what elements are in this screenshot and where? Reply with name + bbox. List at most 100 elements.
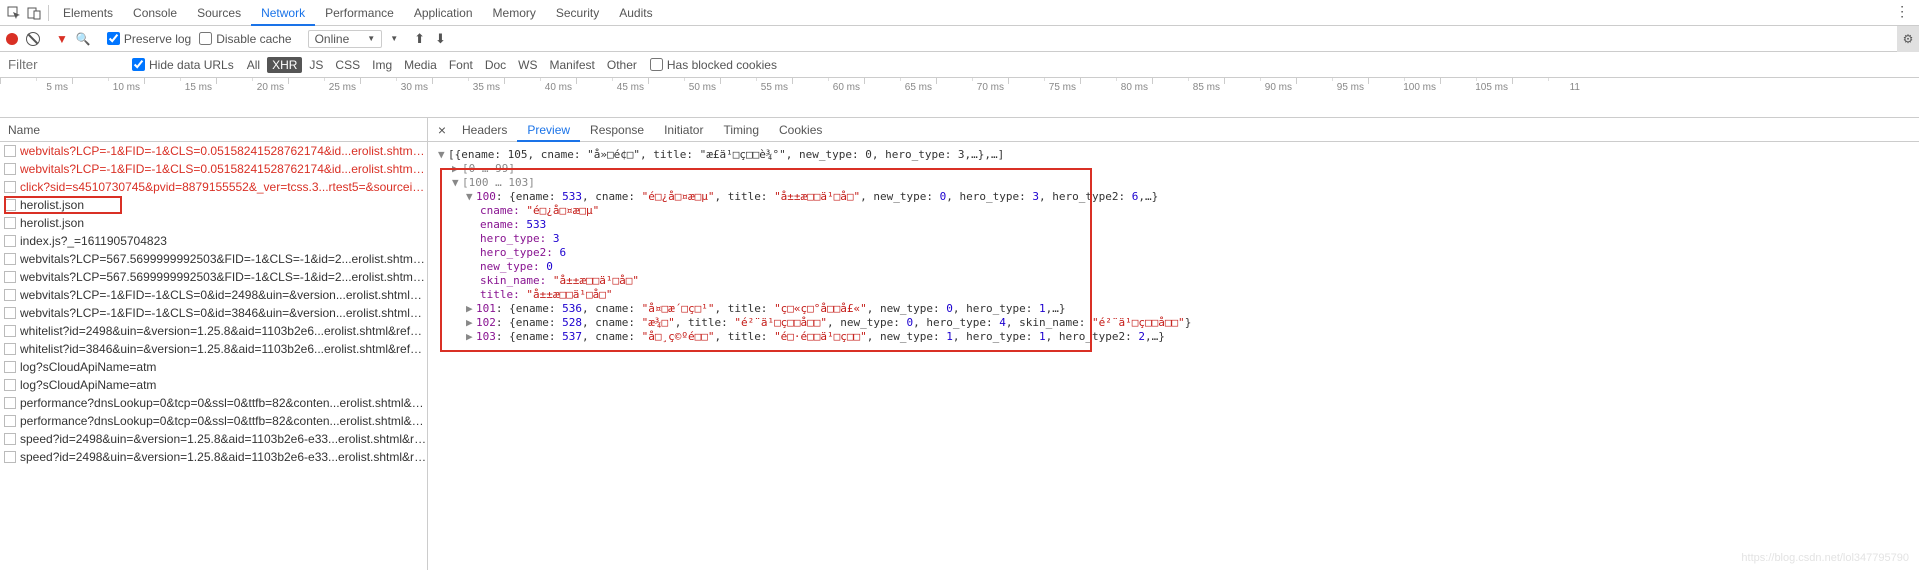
clear-icon[interactable] [26, 32, 40, 46]
request-name: speed?id=2498&uin=&version=1.25.8&aid=11… [20, 430, 427, 448]
detail-tab-preview[interactable]: Preview [517, 118, 580, 142]
throttling-select[interactable]: Online▼ [308, 30, 383, 48]
disable-cache-checkbox[interactable]: Disable cache [199, 32, 291, 46]
request-name: performance?dnsLookup=0&tcp=0&ssl=0&ttfb… [20, 412, 427, 430]
request-row[interactable]: performance?dnsLookup=0&tcp=0&ssl=0&ttfb… [0, 412, 427, 430]
detail-tab-headers[interactable]: Headers [452, 118, 517, 142]
request-row[interactable]: webvitals?LCP=567.5699999992503&FID=-1&C… [0, 268, 427, 286]
file-icon [4, 379, 16, 391]
timeline-tick: 80 ms [1080, 78, 1152, 117]
request-row[interactable]: click?sid=s4510730745&pvid=8879155552&_v… [0, 178, 427, 196]
request-name: webvitals?LCP=-1&FID=-1&CLS=0.0515824152… [20, 142, 427, 160]
filter-input[interactable] [4, 55, 124, 74]
request-row[interactable]: log?sCloudApiName=atm [0, 376, 427, 394]
preview-pane[interactable]: ▼[{ename: 105, cname: "å»□é¢□", title: "… [428, 142, 1919, 570]
main-split: Name webvitals?LCP=-1&FID=-1&CLS=0.05158… [0, 118, 1919, 570]
filter-type-doc[interactable]: Doc [480, 57, 511, 73]
hide-data-urls-checkbox[interactable]: Hide data URLs [132, 58, 234, 72]
request-name: log?sCloudApiName=atm [20, 358, 156, 376]
filter-type-ws[interactable]: WS [513, 57, 542, 73]
request-row[interactable]: speed?id=2498&uin=&version=1.25.8&aid=11… [0, 448, 427, 466]
watermark: https://blog.csdn.net/lol347795790 [1741, 552, 1909, 564]
request-row[interactable]: webvitals?LCP=-1&FID=-1&CLS=0.0515824152… [0, 142, 427, 160]
file-icon [4, 397, 16, 409]
detail-tab-cookies[interactable]: Cookies [769, 118, 832, 142]
timeline-tick: 100 ms [1368, 78, 1440, 117]
timeline-tick: 65 ms [864, 78, 936, 117]
file-icon [4, 217, 16, 229]
filter-type-other[interactable]: Other [602, 57, 642, 73]
request-name: performance?dnsLookup=0&tcp=0&ssl=0&ttfb… [20, 394, 427, 412]
timeline-tick: 25 ms [288, 78, 360, 117]
inspect-element-icon[interactable] [4, 3, 24, 23]
name-column-header[interactable]: Name [0, 118, 427, 142]
tab-memory[interactable]: Memory [483, 0, 546, 26]
request-row[interactable]: webvitals?LCP=-1&FID=-1&CLS=0.0515824152… [0, 160, 427, 178]
timeline-tick: 10 ms [72, 78, 144, 117]
more-menu-icon[interactable]: ⋮ [1895, 3, 1910, 20]
file-icon [4, 307, 16, 319]
timeline-tick: 85 ms [1152, 78, 1224, 117]
file-icon [4, 361, 16, 373]
filter-type-css[interactable]: CSS [330, 57, 365, 73]
file-icon [4, 325, 16, 337]
blocked-cookies-checkbox[interactable]: Has blocked cookies [650, 58, 777, 72]
timeline-ruler[interactable]: 5 ms10 ms15 ms20 ms25 ms30 ms35 ms40 ms4… [0, 78, 1919, 118]
timeline-tick: 90 ms [1224, 78, 1296, 117]
download-icon[interactable]: ⬇ [435, 31, 446, 47]
close-detail-icon[interactable]: × [434, 122, 450, 138]
detail-tab-timing[interactable]: Timing [713, 118, 769, 142]
request-row[interactable]: whitelist?id=2498&uin=&version=1.25.8&ai… [0, 322, 427, 340]
request-row[interactable]: performance?dnsLookup=0&tcp=0&ssl=0&ttfb… [0, 394, 427, 412]
filter-type-xhr[interactable]: XHR [267, 57, 302, 73]
filter-icon[interactable]: ▼ [56, 32, 68, 46]
device-toolbar-icon[interactable] [24, 3, 44, 23]
request-name: webvitals?LCP=-1&FID=-1&CLS=0&id=3846&ui… [20, 304, 427, 322]
request-name: webvitals?LCP=567.5699999992503&FID=-1&C… [20, 268, 427, 286]
request-name: webvitals?LCP=-1&FID=-1&CLS=0.0515824152… [20, 160, 427, 178]
settings-icon[interactable]: ⚙ [1897, 26, 1919, 52]
preserve-log-checkbox[interactable]: Preserve log [107, 32, 191, 46]
timeline-tick: 60 ms [792, 78, 864, 117]
file-icon [4, 451, 16, 463]
upload-icon[interactable]: ⬆ [414, 31, 425, 47]
tab-security[interactable]: Security [546, 0, 609, 26]
chevron-down-icon[interactable]: ▼ [390, 34, 398, 43]
tab-sources[interactable]: Sources [187, 0, 251, 26]
tab-console[interactable]: Console [123, 0, 187, 26]
request-detail-panel: × HeadersPreviewResponseInitiatorTimingC… [428, 118, 1919, 570]
request-row[interactable]: index.js?_=1611905704823 [0, 232, 427, 250]
timeline-tick: 30 ms [360, 78, 432, 117]
request-row[interactable]: whitelist?id=3846&uin=&version=1.25.8&ai… [0, 340, 427, 358]
request-row[interactable]: herolist.json [0, 214, 427, 232]
filter-type-font[interactable]: Font [444, 57, 478, 73]
request-name: index.js?_=1611905704823 [20, 232, 167, 250]
request-row[interactable]: webvitals?LCP=-1&FID=-1&CLS=0&id=2498&ui… [0, 286, 427, 304]
timeline-tick: 15 ms [144, 78, 216, 117]
timeline-tick: 70 ms [936, 78, 1008, 117]
request-row[interactable]: webvitals?LCP=-1&FID=-1&CLS=0&id=3846&ui… [0, 304, 427, 322]
request-name: herolist.json [20, 214, 84, 232]
timeline-tick: 35 ms [432, 78, 504, 117]
tab-audits[interactable]: Audits [609, 0, 662, 26]
detail-tab-response[interactable]: Response [580, 118, 654, 142]
filter-type-manifest[interactable]: Manifest [545, 57, 600, 73]
request-name: webvitals?LCP=-1&FID=-1&CLS=0&id=2498&ui… [20, 286, 427, 304]
search-icon[interactable]: 🔍 [76, 32, 91, 46]
file-icon [4, 433, 16, 445]
filter-type-img[interactable]: Img [367, 57, 397, 73]
filter-type-media[interactable]: Media [399, 57, 442, 73]
request-row[interactable]: log?sCloudApiName=atm [0, 358, 427, 376]
request-row[interactable]: webvitals?LCP=567.5699999992503&FID=-1&C… [0, 250, 427, 268]
tab-performance[interactable]: Performance [315, 0, 404, 26]
filter-type-js[interactable]: JS [304, 57, 328, 73]
timeline-tick: 20 ms [216, 78, 288, 117]
request-rows: webvitals?LCP=-1&FID=-1&CLS=0.0515824152… [0, 142, 427, 466]
tab-elements[interactable]: Elements [53, 0, 123, 26]
tab-network[interactable]: Network [251, 0, 315, 26]
filter-type-all[interactable]: All [242, 57, 265, 73]
record-icon[interactable] [6, 33, 18, 45]
detail-tab-initiator[interactable]: Initiator [654, 118, 713, 142]
request-row[interactable]: speed?id=2498&uin=&version=1.25.8&aid=11… [0, 430, 427, 448]
tab-application[interactable]: Application [404, 0, 483, 26]
